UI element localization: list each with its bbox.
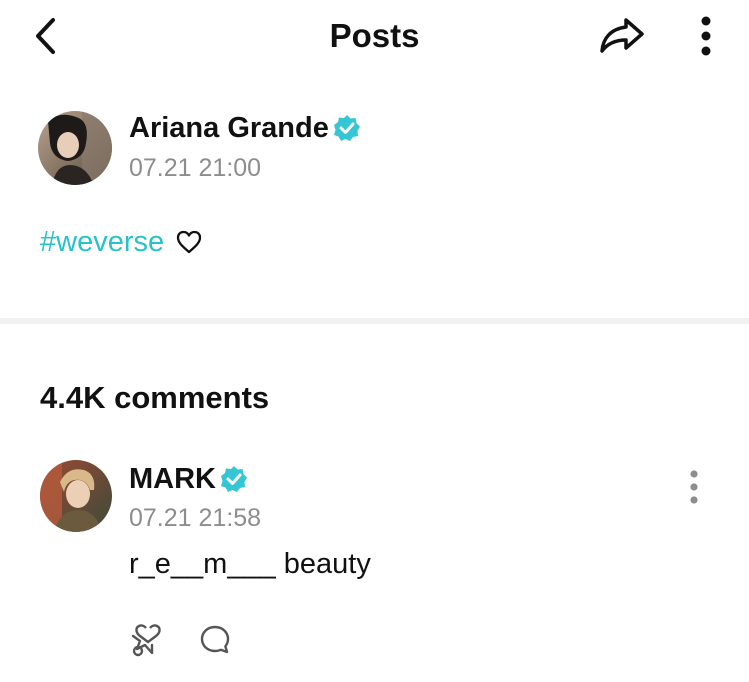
avatar-image [38,111,112,185]
comment-author-name: MARK [129,463,216,495]
post-timestamp: 07.21 21:00 [129,154,262,182]
more-options-button[interactable] [684,10,728,62]
verified-badge-icon [220,465,248,493]
comment-timestamp: 07.21 21:58 [129,504,262,532]
more-vertical-icon [701,16,711,56]
section-divider [0,318,749,324]
verified-badge-icon [333,114,361,142]
heart-outline-icon [176,230,202,254]
comment-react-button[interactable] [126,620,166,660]
share-icon [600,18,644,53]
comment-more-button[interactable] [676,464,712,510]
hashtag-link[interactable]: #weverse [40,223,164,261]
comments-count: 4.4K comments [40,380,270,415]
comment-author-avatar[interactable] [40,460,112,532]
reply-bubble-icon [200,625,230,654]
post-author-name: Ariana Grande [129,112,329,144]
comment-text: r_e__m___ beauty [129,548,371,580]
comment-author[interactable]: MARK [129,461,248,497]
post-author[interactable]: Ariana Grande [129,110,361,146]
reaction-icon [131,624,161,657]
share-button[interactable] [592,10,652,60]
post-author-avatar[interactable] [38,111,112,185]
post-body: #weverse [40,223,202,261]
comment-reply-button[interactable] [195,620,235,660]
more-vertical-icon [690,470,698,504]
avatar-image [40,460,112,532]
